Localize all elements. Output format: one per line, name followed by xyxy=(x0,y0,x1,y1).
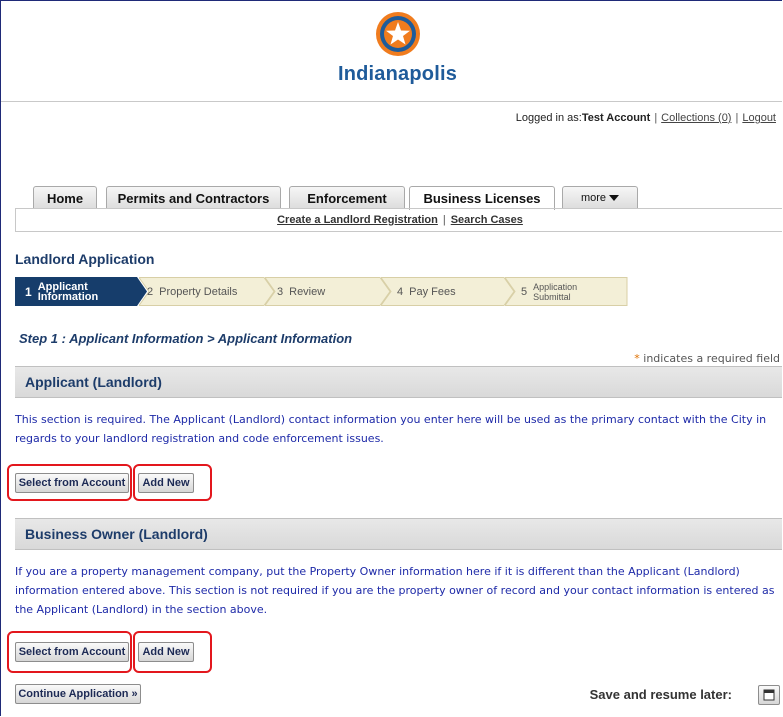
step-number: 1 xyxy=(25,284,32,299)
page-frame: Indianapolis Logged in as:Test Account | C… xyxy=(0,0,782,716)
login-user: Test Account xyxy=(581,112,651,124)
step-label: Application Submittal xyxy=(533,282,577,302)
sub-navigation: Create a Landlord Registration | Search Ca… xyxy=(15,208,782,232)
step-label-line: Information xyxy=(37,290,99,303)
applicant-add-new-button[interactable]: Add New xyxy=(138,473,194,493)
continue-application-button[interactable]: Continue Application » xyxy=(15,684,141,704)
collections-link[interactable]: Collections (0) xyxy=(661,112,731,124)
step-property-details: 2 Property Details xyxy=(139,277,275,306)
separator: | xyxy=(654,112,658,124)
business-owner-section-header: Business Owner (Landlord) xyxy=(15,518,782,550)
step-heading: Step 1 : Applicant Information > Applica… xyxy=(19,331,353,346)
tab-enforcement[interactable]: Enforcement xyxy=(289,186,405,209)
step-review: 3 Review xyxy=(265,277,391,306)
search-cases-link[interactable]: Search Cases xyxy=(451,214,523,226)
caret-down-icon xyxy=(609,195,620,201)
owner-select-from-account-button[interactable]: Select from Account xyxy=(15,642,129,662)
header: Indianapolis xyxy=(1,1,782,101)
step-number: 4 xyxy=(397,285,404,298)
applicant-select-from-account-button[interactable]: Select from Account xyxy=(15,473,129,493)
save-and-resume-label: Save and resume later: xyxy=(589,687,732,702)
step-pay-fees: 4 Pay Fees xyxy=(381,277,515,306)
step-applicant-information: 1 Applicant Information xyxy=(15,277,147,306)
logo-text[interactable]: Indianapolis xyxy=(1,63,782,86)
step-label-line: Submittal xyxy=(533,291,571,302)
applicant-section-info: This section is required. The Applicant … xyxy=(15,413,767,445)
login-bar: Logged in as:Test Account | Collections (0… xyxy=(516,112,776,124)
step-label: Pay Fees xyxy=(409,285,456,298)
tab-more[interactable]: more xyxy=(562,186,638,209)
logout-link[interactable]: Logout xyxy=(742,112,776,124)
separator: | xyxy=(442,214,446,226)
business-owner-section-info: If you are a property management company… xyxy=(15,565,775,616)
step-number: 5 xyxy=(521,285,528,298)
step-number: 3 xyxy=(277,285,284,298)
step-label-line: Application xyxy=(533,281,578,292)
step-label: Property Details xyxy=(159,285,238,298)
required-note-text: indicates a required field xyxy=(639,352,780,365)
required-field-note: * indicates a required field xyxy=(634,352,780,365)
step-inactive-shape xyxy=(265,277,391,306)
tab-permits-and-contractors[interactable]: Permits and Contractors xyxy=(106,186,281,209)
owner-add-new-button[interactable]: Add New xyxy=(138,642,194,662)
create-landlord-registration-link[interactable]: Create a Landlord Registration xyxy=(277,214,438,226)
header-divider xyxy=(1,101,782,102)
step-application-submittal: 5 Application Submittal xyxy=(505,277,639,306)
tab-home[interactable]: Home xyxy=(33,186,97,209)
progress-stepper: 1 Applicant Information 2 Property Detail… xyxy=(15,277,655,306)
separator: | xyxy=(735,112,739,124)
tab-more-label: more xyxy=(580,192,607,204)
save-and-resume-button[interactable] xyxy=(758,685,780,705)
tab-business-licenses[interactable]: Business Licenses xyxy=(409,186,555,210)
indianapolis-star-logo-icon[interactable] xyxy=(375,11,421,57)
step-label: Applicant Information xyxy=(37,281,99,303)
login-prefix: Logged in as: xyxy=(515,112,582,124)
applicant-section-header: Applicant (Landlord) xyxy=(15,366,782,398)
step-label: Review xyxy=(289,285,326,298)
calendar-icon xyxy=(763,689,775,701)
page-title: Landlord Application xyxy=(15,251,155,267)
step-number: 2 xyxy=(147,285,154,298)
